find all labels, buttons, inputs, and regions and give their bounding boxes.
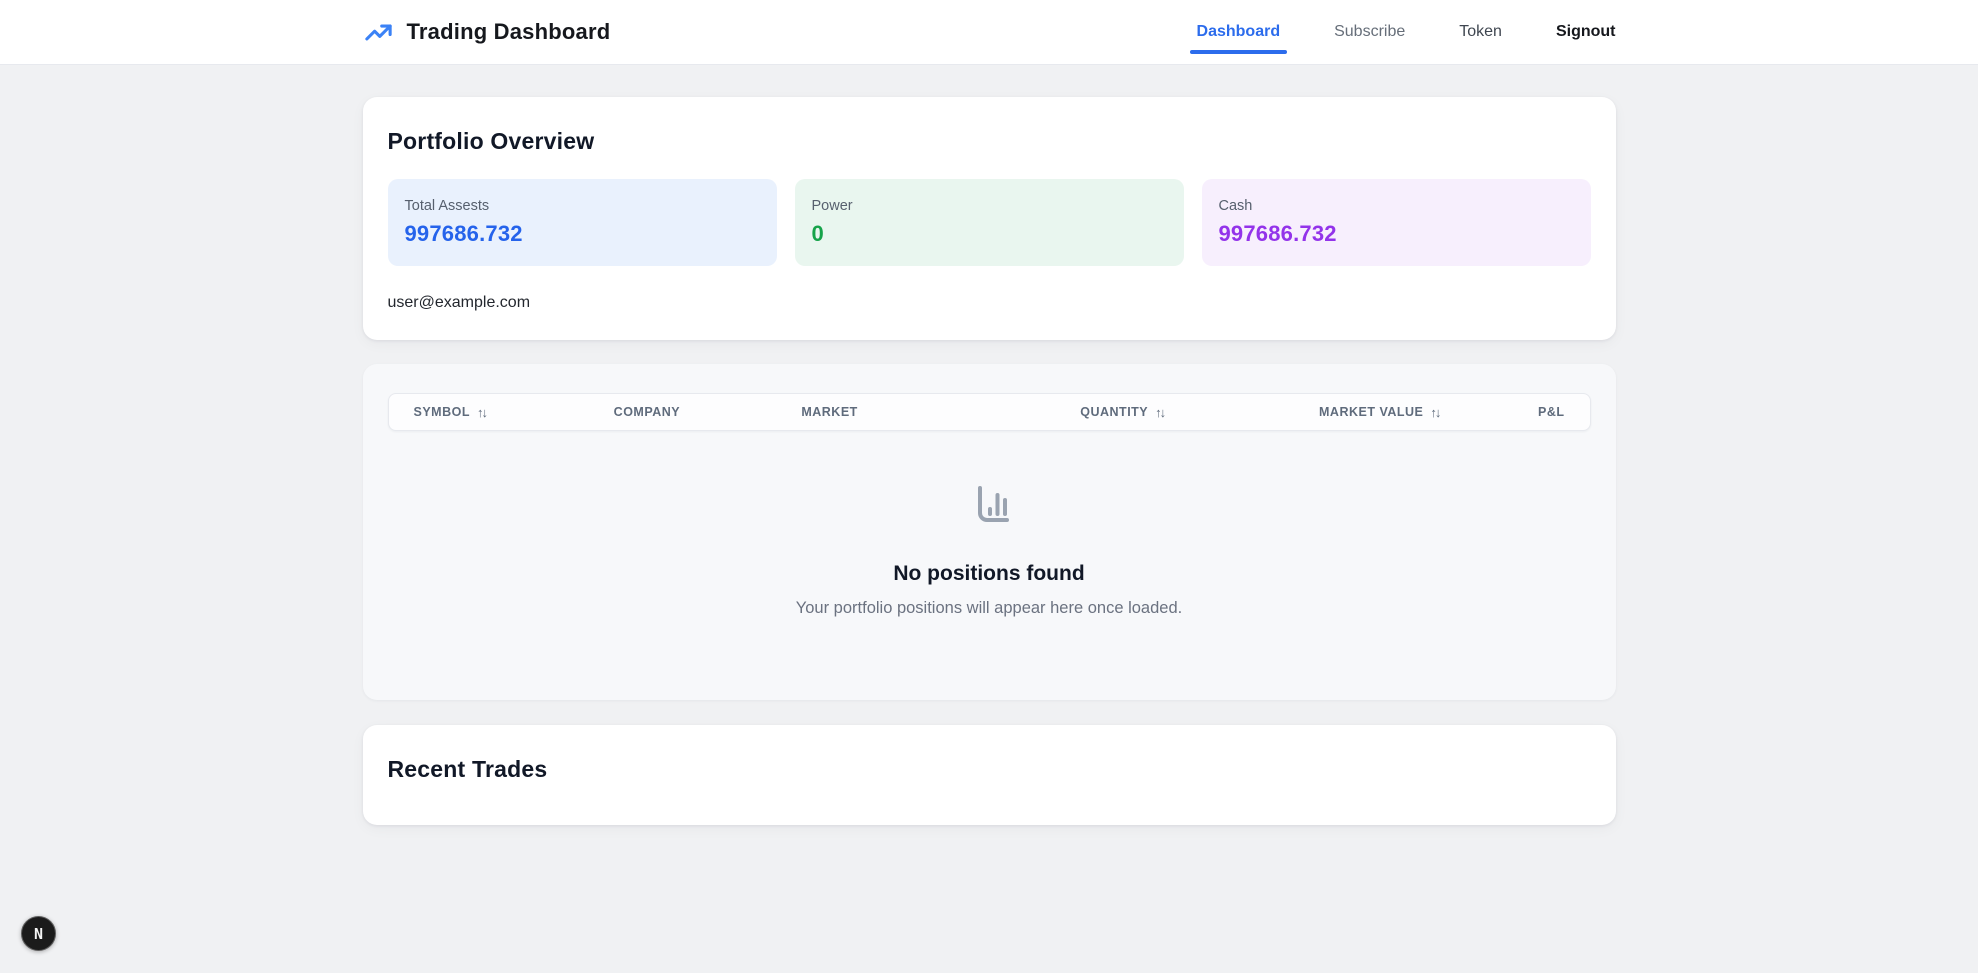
navbar: Trading Dashboard Dashboard Subscribe To… xyxy=(0,0,1978,65)
stat-label: Cash xyxy=(1219,198,1574,214)
column-header-market-value[interactable]: MARKET VALUE ↑↓ xyxy=(1164,405,1439,420)
column-label: MARKET xyxy=(801,405,857,419)
dev-tools-badge[interactable]: N xyxy=(21,916,56,951)
bar-chart-icon xyxy=(965,518,1013,535)
stat-card-power: Power 0 xyxy=(795,179,1184,266)
positions-table-header: SYMBOL ↑↓ COMPANY MARKET QUANTITY ↑↓ MAR… xyxy=(388,393,1591,431)
portfolio-overview-card: Portfolio Overview Total Assests 997686.… xyxy=(363,97,1616,340)
column-label: P&L xyxy=(1538,405,1565,419)
empty-state-subtitle: Your portfolio positions will appear her… xyxy=(388,599,1591,618)
positions-section: SYMBOL ↑↓ COMPANY MARKET QUANTITY ↑↓ MAR… xyxy=(363,364,1616,700)
nav-link-signout[interactable]: Signout xyxy=(1556,23,1616,41)
nav-links: Dashboard Subscribe Token Signout xyxy=(1197,23,1616,41)
sort-icon: ↑↓ xyxy=(1430,405,1439,420)
stat-value: 997686.732 xyxy=(405,221,760,247)
brand: Trading Dashboard xyxy=(363,17,611,48)
stat-label: Power xyxy=(812,198,1167,214)
sort-icon: ↑↓ xyxy=(1155,405,1164,420)
stat-value: 0 xyxy=(812,221,1167,247)
user-email: user@example.com xyxy=(388,294,1591,312)
recent-trades-title: Recent Trades xyxy=(388,756,1591,783)
column-label: COMPANY xyxy=(614,405,680,419)
nav-link-subscribe[interactable]: Subscribe xyxy=(1334,23,1405,41)
main-content: Portfolio Overview Total Assests 997686.… xyxy=(363,97,1616,825)
column-header-symbol[interactable]: SYMBOL ↑↓ xyxy=(414,405,614,420)
stats-row: Total Assests 997686.732 Power 0 Cash 99… xyxy=(388,179,1591,266)
empty-state: No positions found Your portfolio positi… xyxy=(388,431,1591,618)
stat-label: Total Assests xyxy=(405,198,760,214)
column-header-market: MARKET xyxy=(801,405,995,419)
portfolio-overview-title: Portfolio Overview xyxy=(388,128,1591,155)
column-label: MARKET VALUE xyxy=(1319,405,1423,419)
nav-link-dashboard[interactable]: Dashboard xyxy=(1197,23,1281,41)
column-label: SYMBOL xyxy=(414,405,470,419)
recent-trades-card: Recent Trades xyxy=(363,725,1616,825)
trending-up-icon xyxy=(363,17,394,48)
column-header-quantity[interactable]: QUANTITY ↑↓ xyxy=(995,405,1164,420)
column-header-company: COMPANY xyxy=(614,405,802,419)
sort-icon: ↑↓ xyxy=(477,405,486,420)
stat-value: 997686.732 xyxy=(1219,221,1574,247)
empty-state-title: No positions found xyxy=(388,562,1591,586)
column-label: QUANTITY xyxy=(1080,405,1148,419)
nav-link-token[interactable]: Token xyxy=(1459,23,1502,41)
app-title: Trading Dashboard xyxy=(407,19,611,45)
stat-card-total-assets: Total Assests 997686.732 xyxy=(388,179,777,266)
dev-tools-badge-letter: N xyxy=(34,925,43,943)
stat-card-cash: Cash 997686.732 xyxy=(1202,179,1591,266)
column-header-pnl: P&L xyxy=(1439,405,1564,419)
